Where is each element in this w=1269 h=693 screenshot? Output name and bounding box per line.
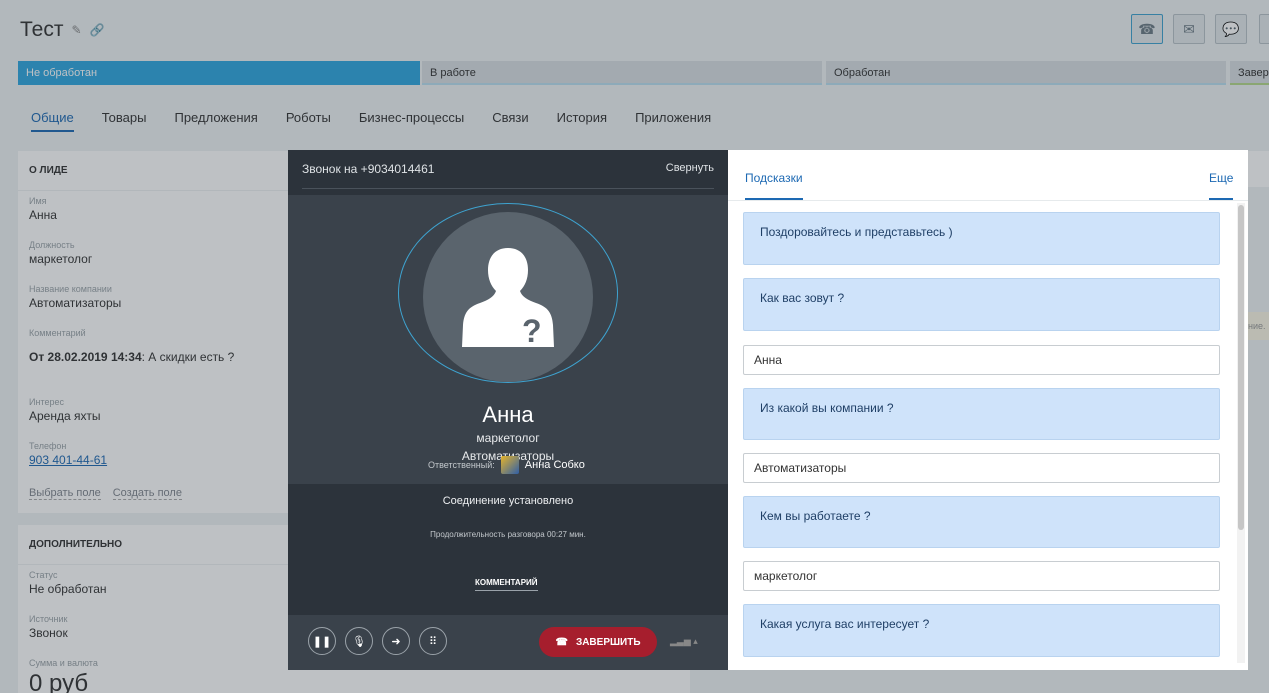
microphone-icon: 🎙 [352, 635, 366, 648]
answer-field[interactable]: Анна [743, 345, 1220, 375]
hint-card: Поздоровайтесь и представьтесь ) [743, 212, 1220, 265]
hints-tabs: Подсказки Еще [728, 150, 1248, 201]
hangup-icon: ☎ [555, 636, 568, 648]
transfer-arrow-icon: ➜ [391, 635, 401, 648]
responsible-name[interactable]: Анна Собко [525, 459, 585, 471]
call-status: Соединение установлено [442, 495, 574, 507]
collapse-button[interactable]: Свернуть [666, 162, 714, 183]
contact-name: Анна [482, 402, 534, 427]
tab-hints[interactable]: Подсказки [745, 171, 803, 200]
hints-panel: Подсказки Еще Поздоровайтесь и представь… [728, 150, 1248, 670]
keypad-button[interactable]: ⠿ [419, 627, 447, 655]
end-call-button[interactable]: ☎ ЗАВЕРШИТЬ [539, 627, 657, 657]
hint-card: Из какой вы компании ? [743, 388, 1220, 440]
mute-button[interactable]: 🎙 [345, 627, 373, 655]
call-panel: Звонок на +9034014461 Свернуть ? Анна ма… [288, 150, 728, 670]
hold-button[interactable]: ❚❚ [308, 627, 336, 655]
scrollbar[interactable] [1237, 203, 1245, 663]
hint-card: Кем вы работаете ? [743, 496, 1220, 548]
contact-avatar: ? [423, 212, 593, 382]
signal-quality-icon[interactable]: ▂▃▅ ▴ [670, 636, 698, 647]
responsible-avatar [500, 456, 519, 474]
divider [302, 188, 714, 189]
hint-card: Какая услуга вас интересует ? [743, 604, 1220, 657]
tab-more[interactable]: Еще [1209, 171, 1234, 200]
transfer-button[interactable]: ➜ [382, 627, 410, 655]
answer-field[interactable]: маркетолог [743, 561, 1220, 591]
call-title: Звонок на +9034014461 [302, 162, 435, 176]
answer-field[interactable]: Автоматизаторы [743, 453, 1220, 483]
svg-text:?: ? [522, 313, 542, 349]
hint-card: Как вас зовут ? [743, 278, 1220, 331]
call-duration: Продолжительность разговора 00:27 мин. [430, 530, 586, 539]
pause-icon: ❚❚ [312, 635, 332, 648]
keypad-icon: ⠿ [428, 635, 438, 648]
contact-position: маркетолог [476, 431, 540, 445]
scrollbar-thumb[interactable] [1238, 205, 1244, 530]
responsible-label: Ответственный: [428, 460, 495, 470]
comment-button[interactable]: КОММЕНТАРИЙ [475, 578, 538, 591]
unknown-person-icon: ? [462, 248, 554, 349]
responsible: Ответственный: Анна Собко [428, 456, 585, 474]
